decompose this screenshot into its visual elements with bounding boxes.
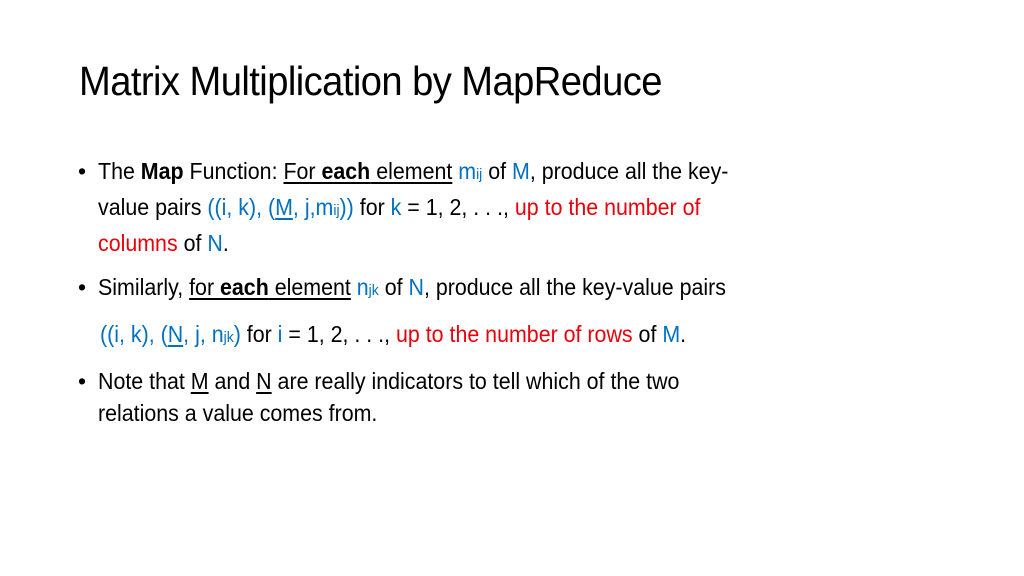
bullet-line: The Map Function: For each element mij o… [98,155,938,191]
var-N-underlined: N [256,368,272,394]
var-M-underlined: M [190,368,209,394]
text: relations a value comes from. [98,400,378,426]
key-value-part: ((i, k), ( [100,321,168,347]
text: = 1, 2, . . ., [282,321,396,347]
bullet-line: ((i, k), (N, j, njk) for i = 1, 2, . . .… [98,318,938,354]
key-value-part: )) [339,194,354,220]
bullet-line: Similarly, for each element njk of N, pr… [98,271,938,307]
var-N-underlined: N [167,321,184,347]
var-N: N [207,230,223,256]
text: for [189,274,221,300]
text: , produce all the key- [529,158,729,184]
var-N: N [408,274,424,300]
emphasis-each: each [321,158,371,184]
emphasis-map: Map [140,158,184,184]
bullet-dot-icon: • [78,368,87,394]
text: The [98,158,141,184]
bullet-line: columns of N. [98,227,938,259]
red-phrase: up to the number of rows [395,321,633,347]
text: and [208,368,257,394]
text: for [240,321,278,347]
bullet-dot-icon: • [78,274,87,300]
slide-body: • The Map Function: For each element mij… [78,155,938,429]
subscript-jk: jk [368,282,379,299]
subscript-jk: jk [223,329,234,346]
text: Function: [183,158,284,184]
text: of [482,158,513,184]
var-M-underlined: M [275,194,293,220]
text: of [632,321,663,347]
key-value-part: , j,m [292,194,334,220]
var-n: n [356,274,369,300]
text: , produce all the key-value pairs [423,274,726,300]
red-phrase: columns [98,230,178,256]
bullet-line: value pairs ((i, k), (M, j,mij)) for k =… [98,191,938,227]
underlined-phrase: For each element [283,158,452,184]
text: are really indicators to tell which of t… [271,368,680,394]
var-m: m [458,158,477,184]
var-k: k [390,194,402,220]
text: value pairs [98,194,208,220]
text: Similarly, [98,274,190,300]
key-value-part: , j, n [183,321,224,347]
bullet-line: relations a value comes from. [98,397,938,429]
emphasis-each: each [220,274,269,300]
text: element [268,274,351,300]
bullet-line: Note that M and N are really indicators … [98,365,938,397]
bullet-map-function: • The Map Function: For each element mij… [78,155,938,259]
text: . [680,321,687,347]
text: For [283,158,322,184]
bullet-similarly: • Similarly, for each element njk of N, … [78,271,938,354]
bullet-dot-icon: • [78,158,87,184]
text: Note that [98,368,191,394]
var-M: M [662,321,681,347]
var-M: M [512,158,530,184]
text: of [177,230,208,256]
text: = 1, 2, . . ., [401,194,515,220]
text: element [370,158,453,184]
red-phrase: up to the number of [514,194,701,220]
slide-title: Matrix Multiplication by MapReduce [79,58,662,104]
underlined-phrase: for each element [189,274,351,300]
slide: Matrix Multiplication by MapReduce • The… [0,0,1024,576]
key-value-part: ((i, k), ( [207,194,276,220]
text: of [378,274,409,300]
text: . [222,230,229,256]
text: for [353,194,391,220]
bullet-note: • Note that M and N are really indicator… [78,365,938,429]
